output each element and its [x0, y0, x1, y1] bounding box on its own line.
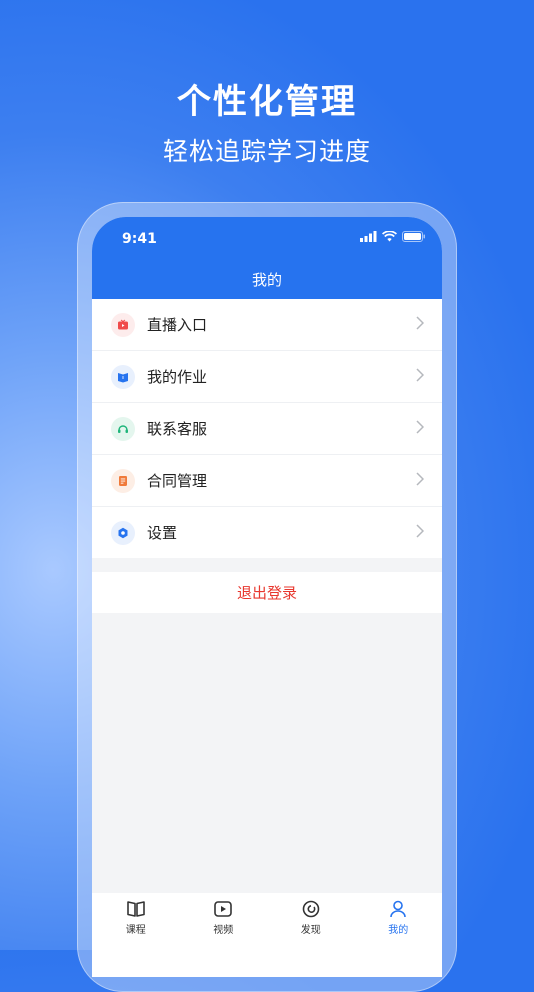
signal-icon	[360, 231, 377, 242]
tab-label: 视频	[213, 925, 234, 936]
menu-item-settings[interactable]: 设置	[92, 507, 442, 558]
menu-item-label: 合同管理	[147, 472, 208, 490]
menu-item-live[interactable]: 直播入口	[92, 299, 442, 351]
menu-item-homework[interactable]: 我的作业	[92, 351, 442, 403]
discover-icon	[302, 900, 320, 918]
page-title: 我的	[251, 271, 282, 289]
chevron-right-icon	[416, 472, 424, 486]
tab-label: 我的	[388, 925, 409, 936]
menu-item-support[interactable]: 联系客服	[92, 403, 442, 455]
gear-icon	[111, 520, 135, 545]
status-icons	[360, 231, 426, 242]
tab-mine[interactable]: 我的	[355, 893, 443, 977]
menu-list: 直播入口 我的作业 联系客服 合同管理 设置	[92, 299, 442, 558]
tab-bar: 课程 视频 发现 我的	[92, 893, 442, 977]
menu-item-label: 联系客服	[147, 420, 208, 438]
phone-screen: 9:41 我的 直播入口 我的作业 联系客服 合同管理 设置 退出登录 课程 视…	[92, 217, 442, 977]
tab-label: 发现	[300, 925, 321, 936]
chevron-right-icon	[416, 316, 424, 330]
book-icon	[111, 364, 135, 389]
chevron-right-icon	[416, 368, 424, 382]
menu-item-label: 设置	[147, 524, 178, 542]
promo-subline: 轻松追踪学习进度	[162, 137, 371, 166]
video-play-icon	[214, 901, 233, 917]
status-time: 9:41	[122, 231, 157, 247]
battery-icon	[402, 231, 425, 242]
menu-item-label: 我的作业	[147, 368, 208, 386]
chevron-right-icon	[416, 420, 424, 434]
tab-video[interactable]: 视频	[180, 893, 268, 977]
promo-headline: 个性化管理	[177, 82, 357, 122]
profile-icon	[390, 900, 407, 918]
menu-item-label: 直播入口	[147, 316, 208, 334]
chevron-right-icon	[416, 524, 424, 538]
contract-icon	[111, 468, 135, 493]
live-tv-icon	[111, 312, 135, 337]
top-bar: 9:41 我的	[92, 217, 442, 299]
tab-label: 课程	[125, 925, 146, 936]
tab-course[interactable]: 课程	[92, 893, 180, 977]
logout-button[interactable]: 退出登录	[92, 572, 442, 613]
headset-icon	[111, 416, 135, 441]
menu-item-contract[interactable]: 合同管理	[92, 455, 442, 507]
wifi-icon	[382, 231, 397, 242]
course-book-icon	[126, 901, 145, 917]
tab-discover[interactable]: 发现	[267, 893, 355, 977]
